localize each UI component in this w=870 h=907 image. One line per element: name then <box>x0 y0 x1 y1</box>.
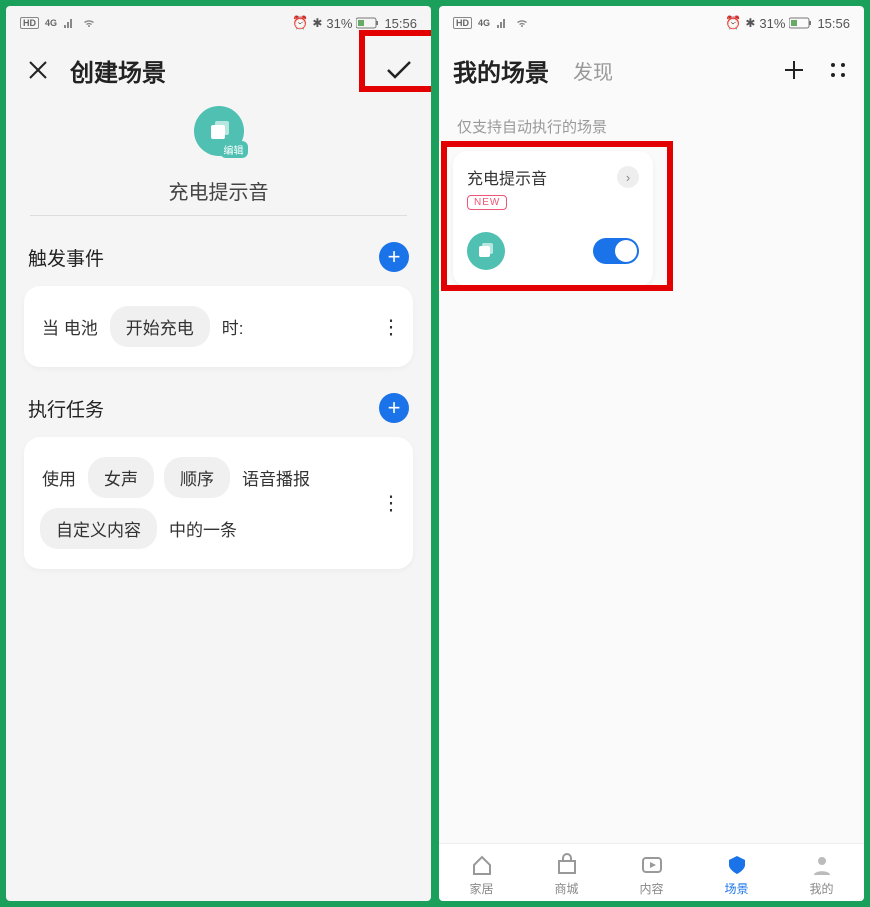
wifi-icon <box>514 17 530 29</box>
scene-card-title: 充电提示音 <box>467 165 547 189</box>
screen-create-scene: HD 4G ⏰ ✱ 31% 15:56 创建场景 编辑 充电提示音 <box>6 6 431 901</box>
hd-badge: HD <box>20 17 39 29</box>
net-4g: 4G <box>476 18 492 28</box>
hd-badge: HD <box>453 17 472 29</box>
nav-home-label: 家居 <box>469 880 493 897</box>
bluetooth-icon: ✱ <box>312 16 322 30</box>
trigger-text-when: 当 电池 <box>40 310 100 343</box>
screen-my-scenes: HD 4G ⏰ ✱ 31% 15:56 我的场景 发现 仅支持自动执行的场景 充… <box>439 6 864 901</box>
nav-home[interactable]: 家居 <box>452 852 512 897</box>
nav-content[interactable]: 内容 <box>622 852 682 897</box>
wifi-icon <box>81 17 97 29</box>
trigger-text-then: 时: <box>220 310 246 343</box>
content-icon <box>639 852 665 878</box>
battery-pct: 31% <box>759 16 785 31</box>
mine-icon <box>809 852 835 878</box>
bluetooth-icon: ✱ <box>745 16 755 30</box>
trigger-more-button[interactable]: ⋮ <box>381 314 399 339</box>
battery-pct: 31% <box>326 16 352 31</box>
nav-mall-label: 商城 <box>554 880 578 897</box>
add-task-button[interactable]: + <box>379 393 409 423</box>
clock-text: 15:56 <box>817 16 850 31</box>
net-4g: 4G <box>43 18 59 28</box>
nav-mall[interactable]: 商城 <box>537 852 597 897</box>
auto-only-hint: 仅支持自动执行的场景 <box>439 98 864 147</box>
header: 创建场景 <box>6 36 431 98</box>
trigger-chip-start-charge[interactable]: 开始充电 <box>110 306 210 347</box>
new-badge: NEW <box>467 195 507 210</box>
divider <box>30 215 407 216</box>
alarm-icon: ⏰ <box>292 15 308 31</box>
header: 我的场景 发现 <box>439 36 864 98</box>
nav-mine-label: 我的 <box>809 880 833 897</box>
trigger-title: 触发事件 <box>28 244 104 271</box>
bottom-nav: 家居 商城 内容 场景 我的 <box>439 843 864 901</box>
task-text-broadcast: 语音播报 <box>240 461 312 494</box>
task-text-use: 使用 <box>40 461 78 494</box>
scene-toggle[interactable] <box>593 238 639 264</box>
statusbar: HD 4G ⏰ ✱ 31% 15:56 <box>6 6 431 36</box>
trigger-section: 触发事件 + 当 电池 开始充电 时: ⋮ <box>6 238 431 389</box>
signal-icon <box>63 17 77 29</box>
task-chip-voice[interactable]: 女声 <box>88 457 154 498</box>
task-chip-order[interactable]: 顺序 <box>164 457 230 498</box>
add-scene-button[interactable] <box>776 52 812 88</box>
clock-text: 15:56 <box>384 16 417 31</box>
page-title: 创建场景 <box>70 53 166 88</box>
scene-icon <box>724 852 750 878</box>
nav-scene[interactable]: 场景 <box>707 852 767 897</box>
page-title: 我的场景 <box>453 53 549 88</box>
task-chip-custom[interactable]: 自定义内容 <box>40 508 157 549</box>
battery-icon <box>789 17 813 29</box>
task-section: 执行任务 + 使用 女声 顺序 语音播报 自定义内容 中的一条 ⋮ <box>6 389 431 591</box>
task-more-button[interactable]: ⋮ <box>381 491 399 516</box>
battery-icon <box>356 17 380 29</box>
signal-icon <box>496 17 510 29</box>
edit-badge: 编辑 <box>220 141 248 158</box>
task-text-oneitem: 中的一条 <box>167 512 239 545</box>
scene-card[interactable]: 充电提示音 › NEW <box>453 151 653 286</box>
nav-content-label: 内容 <box>639 880 663 897</box>
tab-discover[interactable]: 发现 <box>573 56 613 85</box>
home-icon <box>469 852 495 878</box>
task-card[interactable]: 使用 女声 顺序 语音播报 自定义内容 中的一条 ⋮ <box>24 437 413 569</box>
alarm-icon: ⏰ <box>725 15 741 31</box>
scene-icon-area[interactable]: 编辑 <box>6 98 431 166</box>
more-menu-button[interactable] <box>826 52 850 88</box>
scene-name[interactable]: 充电提示音 <box>6 166 431 215</box>
scene-type-icon <box>467 232 505 270</box>
task-title: 执行任务 <box>28 395 104 422</box>
trigger-card[interactable]: 当 电池 开始充电 时: ⋮ <box>24 286 413 367</box>
statusbar: HD 4G ⏰ ✱ 31% 15:56 <box>439 6 864 36</box>
scene-icon[interactable]: 编辑 <box>194 106 244 156</box>
chevron-right-icon[interactable]: › <box>617 166 639 188</box>
nav-scene-label: 场景 <box>724 880 748 897</box>
mall-icon <box>554 852 580 878</box>
add-trigger-button[interactable]: + <box>379 242 409 272</box>
confirm-button[interactable] <box>381 52 417 88</box>
close-button[interactable] <box>20 52 56 88</box>
nav-mine[interactable]: 我的 <box>792 852 852 897</box>
